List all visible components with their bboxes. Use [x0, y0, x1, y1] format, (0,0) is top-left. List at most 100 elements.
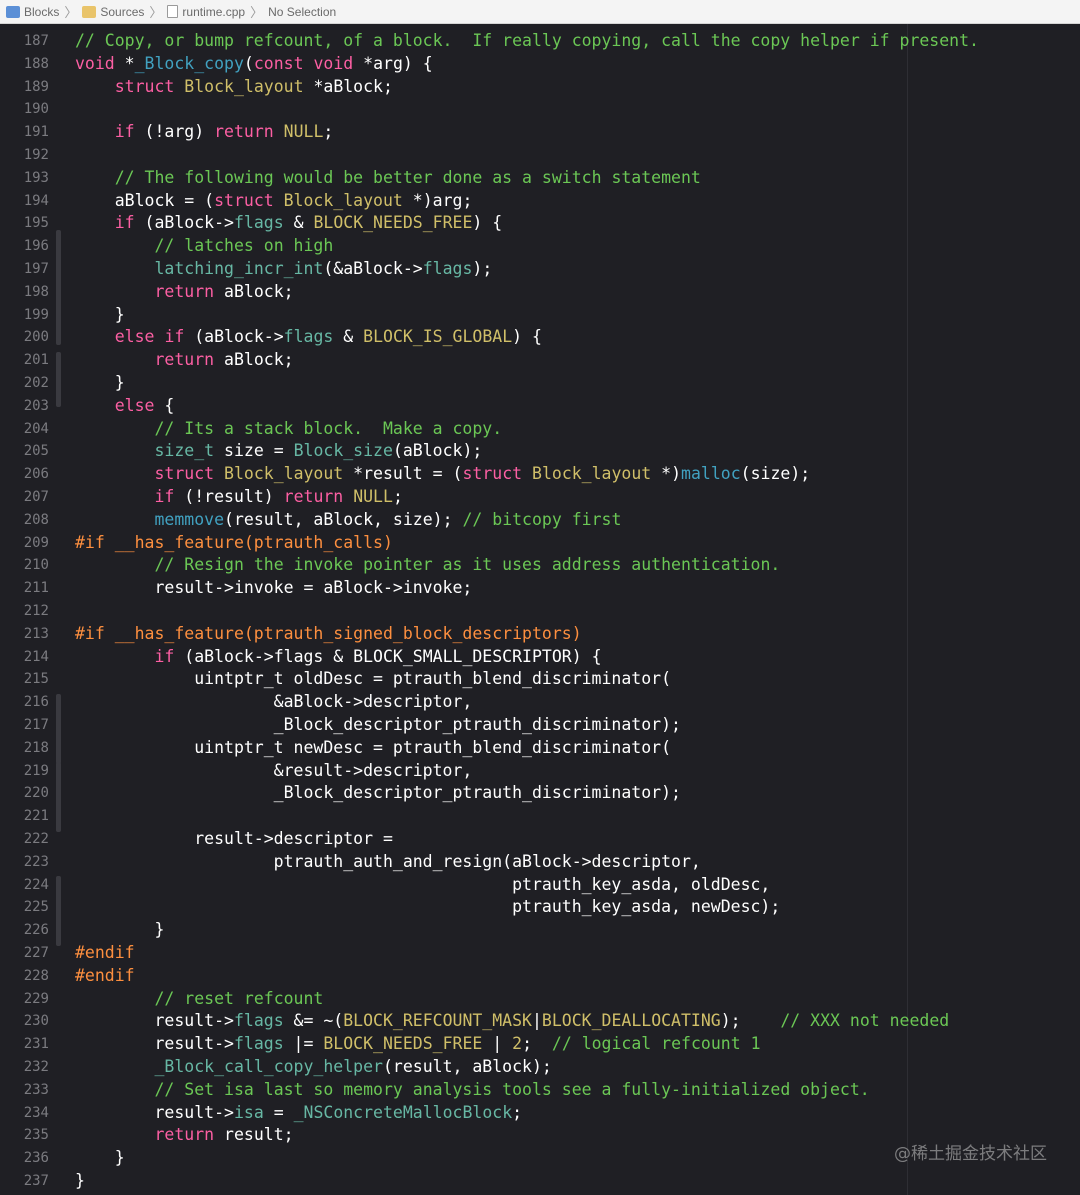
code-text[interactable]: return result;: [75, 1124, 293, 1147]
code-line[interactable]: 220 _Block_descriptor_ptrauth_discrimina…: [0, 782, 1080, 805]
code-line[interactable]: 227 #endif: [0, 942, 1080, 965]
code-text[interactable]: _Block_descriptor_ptrauth_discriminator)…: [75, 714, 681, 737]
code-line[interactable]: 219 &result->descriptor,: [0, 760, 1080, 783]
code-line[interactable]: 206 struct Block_layout *result = (struc…: [0, 463, 1080, 486]
code-text[interactable]: void *_Block_copy(const void *arg) {: [75, 53, 433, 76]
code-line[interactable]: 230 result->flags &= ~(BLOCK_REFCOUNT_MA…: [0, 1010, 1080, 1033]
code-text[interactable]: _Block_descriptor_ptrauth_discriminator)…: [75, 782, 681, 805]
code-text[interactable]: }: [75, 372, 125, 395]
code-text[interactable]: &result->descriptor,: [75, 760, 473, 783]
code-line[interactable]: 190: [0, 98, 1080, 121]
code-line[interactable]: 215 uintptr_t oldDesc = ptrauth_blend_di…: [0, 668, 1080, 691]
code-line[interactable]: 212: [0, 600, 1080, 623]
code-line[interactable]: 210 // Resign the invoke pointer as it u…: [0, 554, 1080, 577]
code-text[interactable]: _Block_call_copy_helper(result, aBlock);: [75, 1056, 551, 1079]
code-text[interactable]: else {: [75, 395, 175, 418]
code-text[interactable]: ptrauth_auth_and_resign(aBlock->descript…: [75, 851, 701, 874]
code-text[interactable]: }: [75, 1170, 85, 1193]
code-text[interactable]: // Resign the invoke pointer as it uses …: [75, 554, 780, 577]
code-text[interactable]: }: [75, 1147, 125, 1170]
code-line[interactable]: 229 // reset refcount: [0, 988, 1080, 1011]
code-text[interactable]: result->flags |= BLOCK_NEEDS_FREE | 2; /…: [75, 1033, 760, 1056]
code-text[interactable]: #endif: [75, 942, 135, 965]
code-text[interactable]: aBlock = (struct Block_layout *)arg;: [75, 190, 473, 213]
code-line[interactable]: 198 return aBlock;: [0, 281, 1080, 304]
code-line[interactable]: 201 return aBlock;: [0, 349, 1080, 372]
code-line[interactable]: 224 ptrauth_key_asda, oldDesc,: [0, 874, 1080, 897]
code-line[interactable]: 234 result->isa = _NSConcreteMallocBlock…: [0, 1102, 1080, 1125]
code-text[interactable]: // Copy, or bump refcount, of a block. I…: [75, 30, 979, 53]
code-line[interactable]: 207 if (!result) return NULL;: [0, 486, 1080, 509]
code-line[interactable]: 197 latching_incr_int(&aBlock->flags);: [0, 258, 1080, 281]
code-line[interactable]: 205 size_t size = Block_size(aBlock);: [0, 440, 1080, 463]
code-text[interactable]: if (!result) return NULL;: [75, 486, 402, 509]
code-line[interactable]: 232 _Block_call_copy_helper(result, aBlo…: [0, 1056, 1080, 1079]
code-text[interactable]: #if __has_feature(ptrauth_calls): [75, 532, 393, 555]
code-text[interactable]: struct Block_layout *result = (struct Bl…: [75, 463, 810, 486]
code-line[interactable]: 199 }: [0, 304, 1080, 327]
code-line[interactable]: 195 if (aBlock->flags & BLOCK_NEEDS_FREE…: [0, 212, 1080, 235]
code-text[interactable]: #if __has_feature(ptrauth_signed_block_d…: [75, 623, 582, 646]
code-line[interactable]: 194 aBlock = (struct Block_layout *)arg;: [0, 190, 1080, 213]
code-text[interactable]: // reset refcount: [75, 988, 323, 1011]
breadcrumb-file[interactable]: runtime.cpp: [167, 5, 245, 19]
code-text[interactable]: ptrauth_key_asda, newDesc);: [75, 896, 780, 919]
code-text[interactable]: struct Block_layout *aBlock;: [75, 76, 393, 99]
code-line[interactable]: 216 &aBlock->descriptor,: [0, 691, 1080, 714]
code-text[interactable]: memmove(result, aBlock, size); // bitcop…: [75, 509, 621, 532]
code-text[interactable]: &aBlock->descriptor,: [75, 691, 473, 714]
code-line[interactable]: 202 }: [0, 372, 1080, 395]
code-text[interactable]: ptrauth_key_asda, oldDesc,: [75, 874, 770, 897]
code-line[interactable]: 221: [0, 805, 1080, 828]
code-line[interactable]: 189 struct Block_layout *aBlock;: [0, 76, 1080, 99]
code-line[interactable]: 237}: [0, 1170, 1080, 1193]
code-line[interactable]: 192: [0, 144, 1080, 167]
code-line[interactable]: 191 if (!arg) return NULL;: [0, 121, 1080, 144]
code-line[interactable]: 208 memmove(result, aBlock, size); // bi…: [0, 509, 1080, 532]
breadcrumb-folder[interactable]: Sources: [82, 5, 144, 19]
code-line[interactable]: 231 result->flags |= BLOCK_NEEDS_FREE | …: [0, 1033, 1080, 1056]
code-text[interactable]: // Its a stack block. Make a copy.: [75, 418, 502, 441]
code-line[interactable]: 233 // Set isa last so memory analysis t…: [0, 1079, 1080, 1102]
code-text[interactable]: // The following would be better done as…: [75, 167, 701, 190]
code-text[interactable]: return aBlock;: [75, 349, 293, 372]
code-text[interactable]: if (!arg) return NULL;: [75, 121, 334, 144]
code-line[interactable]: 228 #endif: [0, 965, 1080, 988]
code-line[interactable]: 217 _Block_descriptor_ptrauth_discrimina…: [0, 714, 1080, 737]
code-text[interactable]: #endif: [75, 965, 135, 988]
code-line[interactable]: 200 else if (aBlock->flags & BLOCK_IS_GL…: [0, 326, 1080, 349]
code-text[interactable]: result->descriptor =: [75, 828, 393, 851]
code-line[interactable]: 188 void *_Block_copy(const void *arg) {: [0, 53, 1080, 76]
code-text[interactable]: }: [75, 919, 164, 942]
code-line[interactable]: 204 // Its a stack block. Make a copy.: [0, 418, 1080, 441]
code-line[interactable]: 187 // Copy, or bump refcount, of a block…: [0, 30, 1080, 53]
source-editor[interactable]: 187 // Copy, or bump refcount, of a block…: [0, 24, 1080, 1195]
breadcrumb-symbol[interactable]: No Selection: [268, 5, 336, 19]
code-text[interactable]: }: [75, 304, 125, 327]
code-line[interactable]: 193 // The following would be better don…: [0, 167, 1080, 190]
code-text[interactable]: uintptr_t newDesc = ptrauth_blend_discri…: [75, 737, 671, 760]
code-line[interactable]: 218 uintptr_t newDesc = ptrauth_blend_di…: [0, 737, 1080, 760]
code-line[interactable]: 209 #if __has_feature(ptrauth_calls): [0, 532, 1080, 555]
code-line[interactable]: 213 #if __has_feature(ptrauth_signed_bloc…: [0, 623, 1080, 646]
code-text[interactable]: uintptr_t oldDesc = ptrauth_blend_discri…: [75, 668, 671, 691]
code-text[interactable]: result->flags &= ~(BLOCK_REFCOUNT_MASK|B…: [75, 1010, 949, 1033]
code-line[interactable]: 223 ptrauth_auth_and_resign(aBlock->desc…: [0, 851, 1080, 874]
code-text[interactable]: return aBlock;: [75, 281, 293, 304]
code-line[interactable]: 222 result->descriptor =: [0, 828, 1080, 851]
code-line[interactable]: 214 if (aBlock->flags & BLOCK_SMALL_DESC…: [0, 646, 1080, 669]
code-line[interactable]: 203 else {: [0, 395, 1080, 418]
code-text[interactable]: latching_incr_int(&aBlock->flags);: [75, 258, 492, 281]
code-line[interactable]: 211 result->invoke = aBlock->invoke;: [0, 577, 1080, 600]
code-text[interactable]: // latches on high: [75, 235, 333, 258]
code-text[interactable]: result->isa = _NSConcreteMallocBlock;: [75, 1102, 522, 1125]
code-text[interactable]: else if (aBlock->flags & BLOCK_IS_GLOBAL…: [75, 326, 542, 349]
code-line[interactable]: 226 }: [0, 919, 1080, 942]
code-line[interactable]: 196 // latches on high: [0, 235, 1080, 258]
breadcrumb-project[interactable]: Blocks: [6, 5, 59, 19]
code-text[interactable]: if (aBlock->flags & BLOCK_SMALL_DESCRIPT…: [75, 646, 601, 669]
code-text[interactable]: // Set isa last so memory analysis tools…: [75, 1079, 869, 1102]
code-line[interactable]: 225 ptrauth_key_asda, newDesc);: [0, 896, 1080, 919]
code-text[interactable]: if (aBlock->flags & BLOCK_NEEDS_FREE) {: [75, 212, 502, 235]
code-text[interactable]: size_t size = Block_size(aBlock);: [75, 440, 482, 463]
